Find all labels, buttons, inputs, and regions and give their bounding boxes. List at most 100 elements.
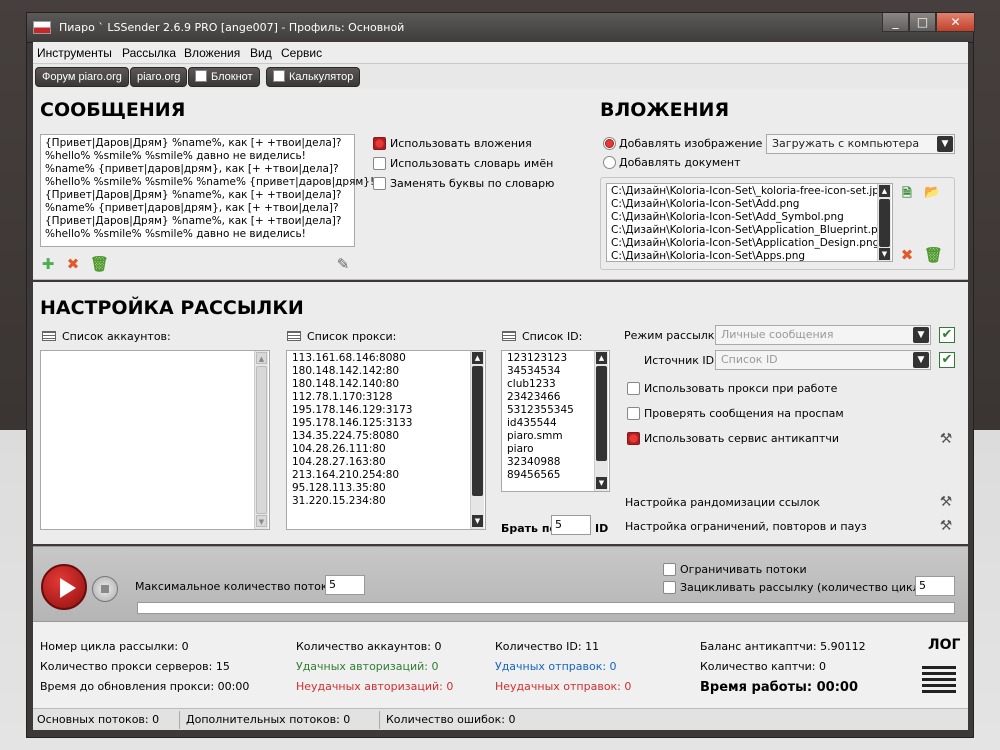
play-button[interactable] (41, 564, 87, 610)
close-button[interactable]: ✕ (936, 13, 975, 32)
limit-threads-checkbox[interactable] (663, 563, 676, 576)
check-spam-checkbox[interactable] (627, 407, 640, 420)
id-item[interactable]: club1233 (507, 378, 604, 391)
proxy-item[interactable]: 104.28.26.111:80 (292, 443, 480, 456)
use-proxy-checkbox[interactable] (627, 382, 640, 395)
id-item[interactable]: piaro.smm (507, 430, 604, 443)
proxy-item[interactable]: 180.148.142.142:80 (292, 365, 480, 378)
message-line[interactable]: {Привет|Даров|Дрям} %name%, как [+ +твои… (45, 189, 350, 202)
tab-piaro[interactable]: piaro.org (130, 67, 188, 87)
menu-attachments[interactable]: Вложения (184, 46, 240, 60)
add-file-icon[interactable]: 🗎 (899, 185, 915, 201)
accounts-scrollbar[interactable]: ▲ ▼ (254, 351, 268, 529)
id-list[interactable]: 123123123 34534534 club1233 23423466 5312355… (501, 350, 610, 492)
stat-proxy-count: Количество прокси серверов: 15 (40, 660, 230, 673)
attachments-scrollbar[interactable]: ▲ ▼ (877, 184, 891, 261)
edit-icon[interactable]: ✎ (335, 256, 351, 272)
menu-mailing[interactable]: Рассылка (122, 46, 176, 60)
add-document-radio[interactable] (603, 156, 616, 169)
trash-icon[interactable]: 🗑 (924, 247, 943, 263)
delete-icon[interactable]: ✖ (65, 256, 81, 272)
status-errors: Количество ошибок: 0 (386, 713, 516, 726)
proxy-item[interactable]: 195.178.146.129:3173 (292, 404, 480, 417)
anticaptcha-settings-icon[interactable]: ⚒ (937, 430, 955, 448)
use-attachments-checkbox[interactable] (373, 137, 386, 150)
add-image-radio[interactable] (603, 137, 616, 150)
menu-tools[interactable]: Инструменты (37, 46, 112, 60)
run-panel: Максимальное количество потоков: 5 Огран… (33, 546, 968, 622)
message-line[interactable]: %hello% %smile% %smile% давно не виделис… (45, 228, 350, 241)
proxy-item[interactable]: 134.35.224.75:8080 (292, 430, 480, 443)
tab-forum[interactable]: Форум piaro.org (35, 67, 129, 87)
attachment-item[interactable]: C:\Дизайн\Koloria-Icon-Set\Apps.png (611, 250, 888, 261)
proxy-item[interactable]: 213.164.210.254:80 (292, 469, 480, 482)
message-line[interactable]: %name% {привет|даров|дрям}, как [+ +твои… (45, 202, 350, 215)
id-item[interactable]: 34534534 (507, 365, 604, 378)
tab-calculator[interactable]: Калькулятор (266, 67, 361, 87)
anticaptcha-checkbox[interactable] (627, 432, 640, 445)
accounts-list[interactable]: ▲ ▼ (40, 350, 270, 530)
maximize-button[interactable]: □ (909, 13, 936, 32)
attachments-list[interactable]: C:\Дизайн\Koloria-Icon-Set\_koloria-free… (606, 183, 893, 262)
loop-input[interactable]: 5 (915, 576, 955, 596)
minimize-button[interactable]: _ (882, 13, 909, 32)
id-item[interactable]: 32340988 (507, 456, 604, 469)
proxy-item[interactable]: 195.178.146.125:3133 (292, 417, 480, 430)
tab-notepad[interactable]: Блокнот (188, 67, 260, 87)
messages-textarea[interactable]: {Привет|Даров|Дрям} %name%, как [+ +твои… (40, 134, 374, 247)
delete-file-icon[interactable]: ✖ (899, 247, 915, 263)
log-icon[interactable] (922, 666, 956, 696)
proxy-item[interactable]: 104.28.27.163:80 (292, 456, 480, 469)
message-line[interactable]: %hello% %smile% %smile% давно не виделис… (45, 150, 350, 163)
max-threads-input[interactable]: 5 (325, 575, 365, 595)
source-confirm-icon[interactable]: ✔ (939, 352, 955, 368)
id-scrollbar[interactable]: ▲ ▼ (594, 351, 608, 491)
message-line[interactable]: %name% {привет|даров|дрям}, как [+ +твои… (45, 163, 350, 176)
limits-label[interactable]: Настройка ограничений, повторов и пауз (625, 520, 867, 533)
replace-letters-checkbox[interactable] (373, 177, 386, 190)
proxy-item[interactable]: 180.148.142.140:80 (292, 378, 480, 391)
id-item[interactable]: id435544 (507, 417, 604, 430)
id-item[interactable]: 123123123 (507, 352, 604, 365)
scroll-down-icon[interactable]: ▼ (879, 248, 890, 260)
id-header: Список ID: (502, 330, 582, 343)
menu-service[interactable]: Сервис (281, 46, 322, 60)
proxy-scrollbar[interactable]: ▲ ▼ (470, 351, 484, 529)
mode-confirm-icon[interactable]: ✔ (939, 327, 955, 343)
proxy-item[interactable]: 113.161.68.146:8080 (292, 352, 480, 365)
add-folder-icon[interactable]: 📂 (924, 185, 940, 201)
proxy-item[interactable]: 112.78.1.170:3128 (292, 391, 480, 404)
attachment-item[interactable]: C:\Дизайн\Koloria-Icon-Set\Application_B… (611, 224, 891, 237)
menu-view[interactable]: Вид (250, 46, 272, 60)
use-dictionary-checkbox[interactable] (373, 157, 386, 170)
attachment-item[interactable]: C:\Дизайн\Koloria-Icon-Set\_koloria-free… (611, 185, 888, 198)
loop-checkbox[interactable] (663, 581, 676, 594)
rand-links-label[interactable]: Настройка рандомизации ссылок (625, 496, 820, 509)
limits-settings-icon[interactable]: ⚒ (937, 517, 955, 535)
trash-icon[interactable]: 🗑 (90, 256, 109, 272)
source-select[interactable]: Список ID ▼ (715, 350, 931, 370)
id-item[interactable]: 89456565 (507, 469, 604, 482)
message-line[interactable]: {Привет|Даров|Дрям} %name%, как [+ +твои… (45, 137, 350, 150)
attachment-item[interactable]: C:\Дизайн\Koloria-Icon-Set\Application_D… (611, 237, 888, 250)
use-attachments-label: Использовать вложения (390, 137, 532, 150)
id-item[interactable]: piaro (507, 443, 604, 456)
attachment-item[interactable]: C:\Дизайн\Koloria-Icon-Set\Add_Symbol.pn… (611, 211, 888, 224)
take-by-input[interactable]: 5 (551, 515, 591, 535)
proxy-item[interactable]: 31.220.15.234:80 (292, 495, 480, 508)
id-item[interactable]: 5312355345 (507, 404, 604, 417)
add-icon[interactable]: ✚ (40, 256, 56, 272)
play-icon (60, 578, 76, 598)
proxy-item[interactable]: 95.128.113.35:80 (292, 482, 480, 495)
mode-select[interactable]: Личные сообщения ▼ (715, 325, 931, 345)
stop-button[interactable] (92, 576, 118, 602)
status-main-threads: Основных потоков: 0 (37, 713, 160, 726)
message-line[interactable]: %hello% %smile% %smile% %name% {привет|д… (45, 176, 374, 189)
message-line[interactable]: {Привет|Даров|Дрям} %name%, как [+ +твои… (45, 215, 350, 228)
rand-links-settings-icon[interactable]: ⚒ (937, 493, 955, 511)
scroll-up-icon[interactable]: ▲ (879, 185, 890, 197)
id-item[interactable]: 23423466 (507, 391, 604, 404)
attachment-source-select[interactable]: Загружать с компьютера ▼ (766, 134, 955, 154)
proxy-list[interactable]: 113.161.68.146:8080 180.148.142.142:80 180… (286, 350, 486, 530)
attachment-item[interactable]: C:\Дизайн\Koloria-Icon-Set\Add.png (611, 198, 888, 211)
